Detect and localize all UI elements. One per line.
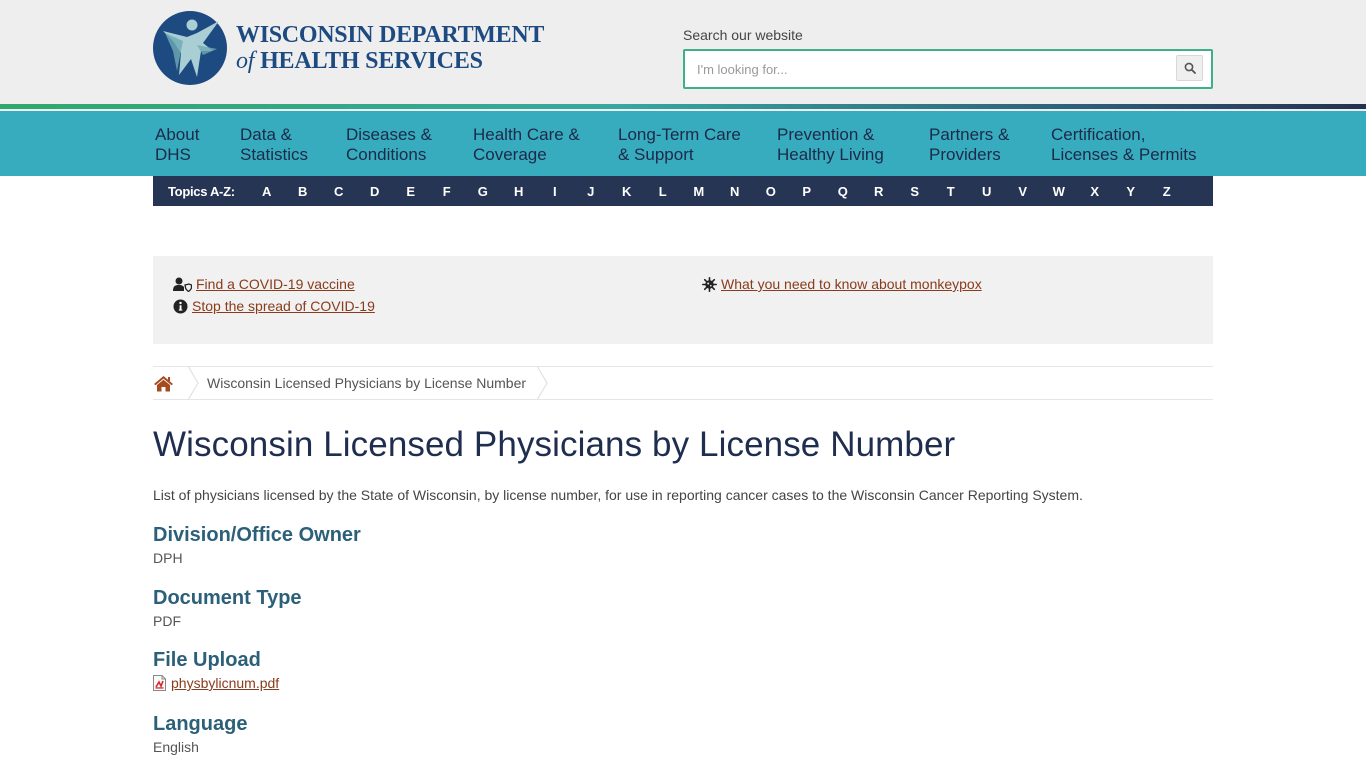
nav-item-line-2: Statistics	[240, 145, 309, 164]
topic-letter-h[interactable]: H	[501, 184, 537, 199]
breadcrumb-separator	[187, 366, 199, 400]
nav-item-diseases-conditions[interactable]: Diseases & Conditions	[346, 125, 473, 165]
dhs-logo-link[interactable]: WISCONSIN DEPARTMENT of HEALTH SERVICES	[153, 10, 544, 86]
pdf-file-icon	[153, 675, 166, 691]
alert-monkeypox: What you need to know about monkeypox	[702, 276, 982, 292]
nav-item-prevention-healthy-living[interactable]: Prevention & Healthy Living	[777, 125, 929, 165]
nav-item-line-1: Partners &	[929, 125, 1010, 144]
breadcrumb-home-link[interactable]	[153, 367, 187, 399]
nav-item-line-1: Diseases &	[346, 125, 432, 144]
search-box	[683, 49, 1213, 89]
nav-item-line-1: Data &	[240, 125, 292, 144]
home-icon	[154, 375, 173, 391]
nav-item-health-care-coverage[interactable]: Health Care & Coverage	[473, 125, 618, 165]
info-circle-icon	[173, 299, 188, 313]
topic-letter-r[interactable]: R	[861, 184, 897, 199]
nav-item-line-1: Health Care &	[473, 125, 580, 144]
nav-item-line-1: Prevention &	[777, 125, 875, 144]
topic-letter-g[interactable]: G	[465, 184, 501, 199]
page-title: Wisconsin Licensed Physicians by License…	[153, 425, 956, 464]
nav-item-line-1: Long-Term Care	[618, 125, 741, 144]
field-value: DPH	[153, 550, 183, 566]
nav-item-line-2: Providers	[929, 145, 1001, 164]
field-division-owner: Division/Office Owner DPH	[153, 522, 361, 568]
alert-link-covid-spread[interactable]: Stop the spread of COVID-19	[192, 298, 375, 314]
logo-line-1: WISCONSIN DEPARTMENT	[236, 22, 545, 48]
topic-letter-q[interactable]: Q	[825, 184, 861, 199]
topic-letter-j[interactable]: J	[573, 184, 609, 199]
dhs-logo-icon	[153, 11, 227, 85]
topic-letter-f[interactable]: F	[429, 184, 465, 199]
nav-item-data-statistics[interactable]: Data & Statistics	[240, 125, 346, 165]
nav-item-line-2: Healthy Living	[777, 145, 884, 164]
topic-letter-p[interactable]: P	[789, 184, 825, 199]
topic-letter-t[interactable]: T	[933, 184, 969, 199]
topic-letter-v[interactable]: V	[1005, 184, 1041, 199]
topic-letter-k[interactable]: K	[609, 184, 645, 199]
logo-health-services: HEALTH SERVICES	[254, 48, 483, 74]
topic-letter-d[interactable]: D	[357, 184, 393, 199]
nav-item-line-2: & Support	[618, 145, 694, 164]
logo-line-2: of HEALTH SERVICES	[236, 48, 544, 74]
field-value: English	[153, 739, 199, 755]
alert-link-covid-vaccine[interactable]: Find a COVID-19 vaccine	[196, 276, 355, 292]
alert-covid-spread: Stop the spread of COVID-19	[173, 298, 375, 314]
search-button[interactable]	[1176, 55, 1203, 81]
nav-item-line-1: About	[155, 125, 200, 144]
search-input[interactable]	[685, 51, 1175, 87]
main-navigation: About DHS Data & Statistics Diseases & Condit…	[0, 111, 1366, 176]
topic-letter-l[interactable]: L	[645, 184, 681, 199]
field-value: PDF	[153, 613, 181, 629]
topic-letter-c[interactable]: C	[321, 184, 357, 199]
topics-a-z-bar: Topics A-Z: ABCDEFGHIJKLMNOPQRSTUVWXYZ	[153, 176, 1213, 206]
main-nav-list: About DHS Data & Statistics Diseases & Condit…	[155, 125, 1211, 165]
breadcrumb: Wisconsin Licensed Physicians by License…	[153, 366, 1213, 400]
alert-banner: Find a COVID-19 vaccine Stop the spread …	[153, 256, 1213, 344]
nav-item-certification-licenses-permits[interactable]: Certification, Licenses & Permits	[1051, 125, 1211, 165]
file-download-link[interactable]: physbylicnum.pdf	[171, 673, 279, 693]
user-shield-icon	[173, 277, 192, 292]
field-label: Division/Office Owner	[153, 524, 361, 546]
field-document-type: Document Type PDF	[153, 585, 302, 631]
breadcrumb-current: Wisconsin Licensed Physicians by License…	[207, 375, 527, 391]
alert-link-monkeypox[interactable]: What you need to know about monkeypox	[721, 276, 982, 292]
topic-letter-m[interactable]: M	[681, 184, 717, 199]
alert-covid-vaccine: Find a COVID-19 vaccine	[173, 276, 355, 292]
logo-of: of	[236, 48, 255, 74]
site-header: WISCONSIN DEPARTMENT of HEALTH SERVICES …	[0, 0, 1366, 104]
logo-wordmark: WISCONSIN DEPARTMENT of HEALTH SERVICES	[236, 22, 544, 74]
nav-item-long-term-care-support[interactable]: Long-Term Care & Support	[618, 125, 777, 165]
field-label: File Upload	[153, 649, 261, 671]
topic-letter-n[interactable]: N	[717, 184, 753, 199]
nav-item-line-2: Licenses & Permits	[1051, 145, 1197, 164]
virus-icon	[702, 276, 717, 292]
topic-letter-z[interactable]: Z	[1149, 184, 1185, 199]
field-file-upload: File Upload physbylicnum.pdf	[153, 647, 279, 693]
field-label: Language	[153, 713, 248, 735]
topic-letter-x[interactable]: X	[1077, 184, 1113, 199]
topic-letter-a[interactable]: A	[249, 184, 285, 199]
nav-item-line-2: DHS	[155, 145, 191, 164]
field-label: Document Type	[153, 587, 302, 609]
nav-item-line-1: Certification,	[1051, 125, 1146, 144]
page-description: List of physicians licensed by the State…	[153, 487, 1083, 503]
breadcrumb-separator	[536, 366, 548, 400]
topic-letter-b[interactable]: B	[285, 184, 321, 199]
nav-item-partners-providers[interactable]: Partners & Providers	[929, 125, 1051, 165]
file-attachment: physbylicnum.pdf	[153, 673, 279, 693]
nav-item-line-2: Conditions	[346, 145, 427, 164]
field-language: Language English	[153, 711, 247, 757]
topic-letter-y[interactable]: Y	[1113, 184, 1149, 199]
topic-letter-w[interactable]: W	[1041, 184, 1077, 199]
nav-item-line-2: Coverage	[473, 145, 547, 164]
search-icon	[1184, 62, 1196, 74]
nav-item-about-dhs[interactable]: About DHS	[155, 125, 240, 165]
topic-letter-o[interactable]: O	[753, 184, 789, 199]
topic-letter-u[interactable]: U	[969, 184, 1005, 199]
topic-letter-s[interactable]: S	[897, 184, 933, 199]
topics-a-z-label: Topics A-Z:	[168, 183, 235, 199]
topic-letter-e[interactable]: E	[393, 184, 429, 199]
topic-letter-i[interactable]: I	[537, 184, 573, 199]
search-label: Search our website	[683, 27, 803, 43]
